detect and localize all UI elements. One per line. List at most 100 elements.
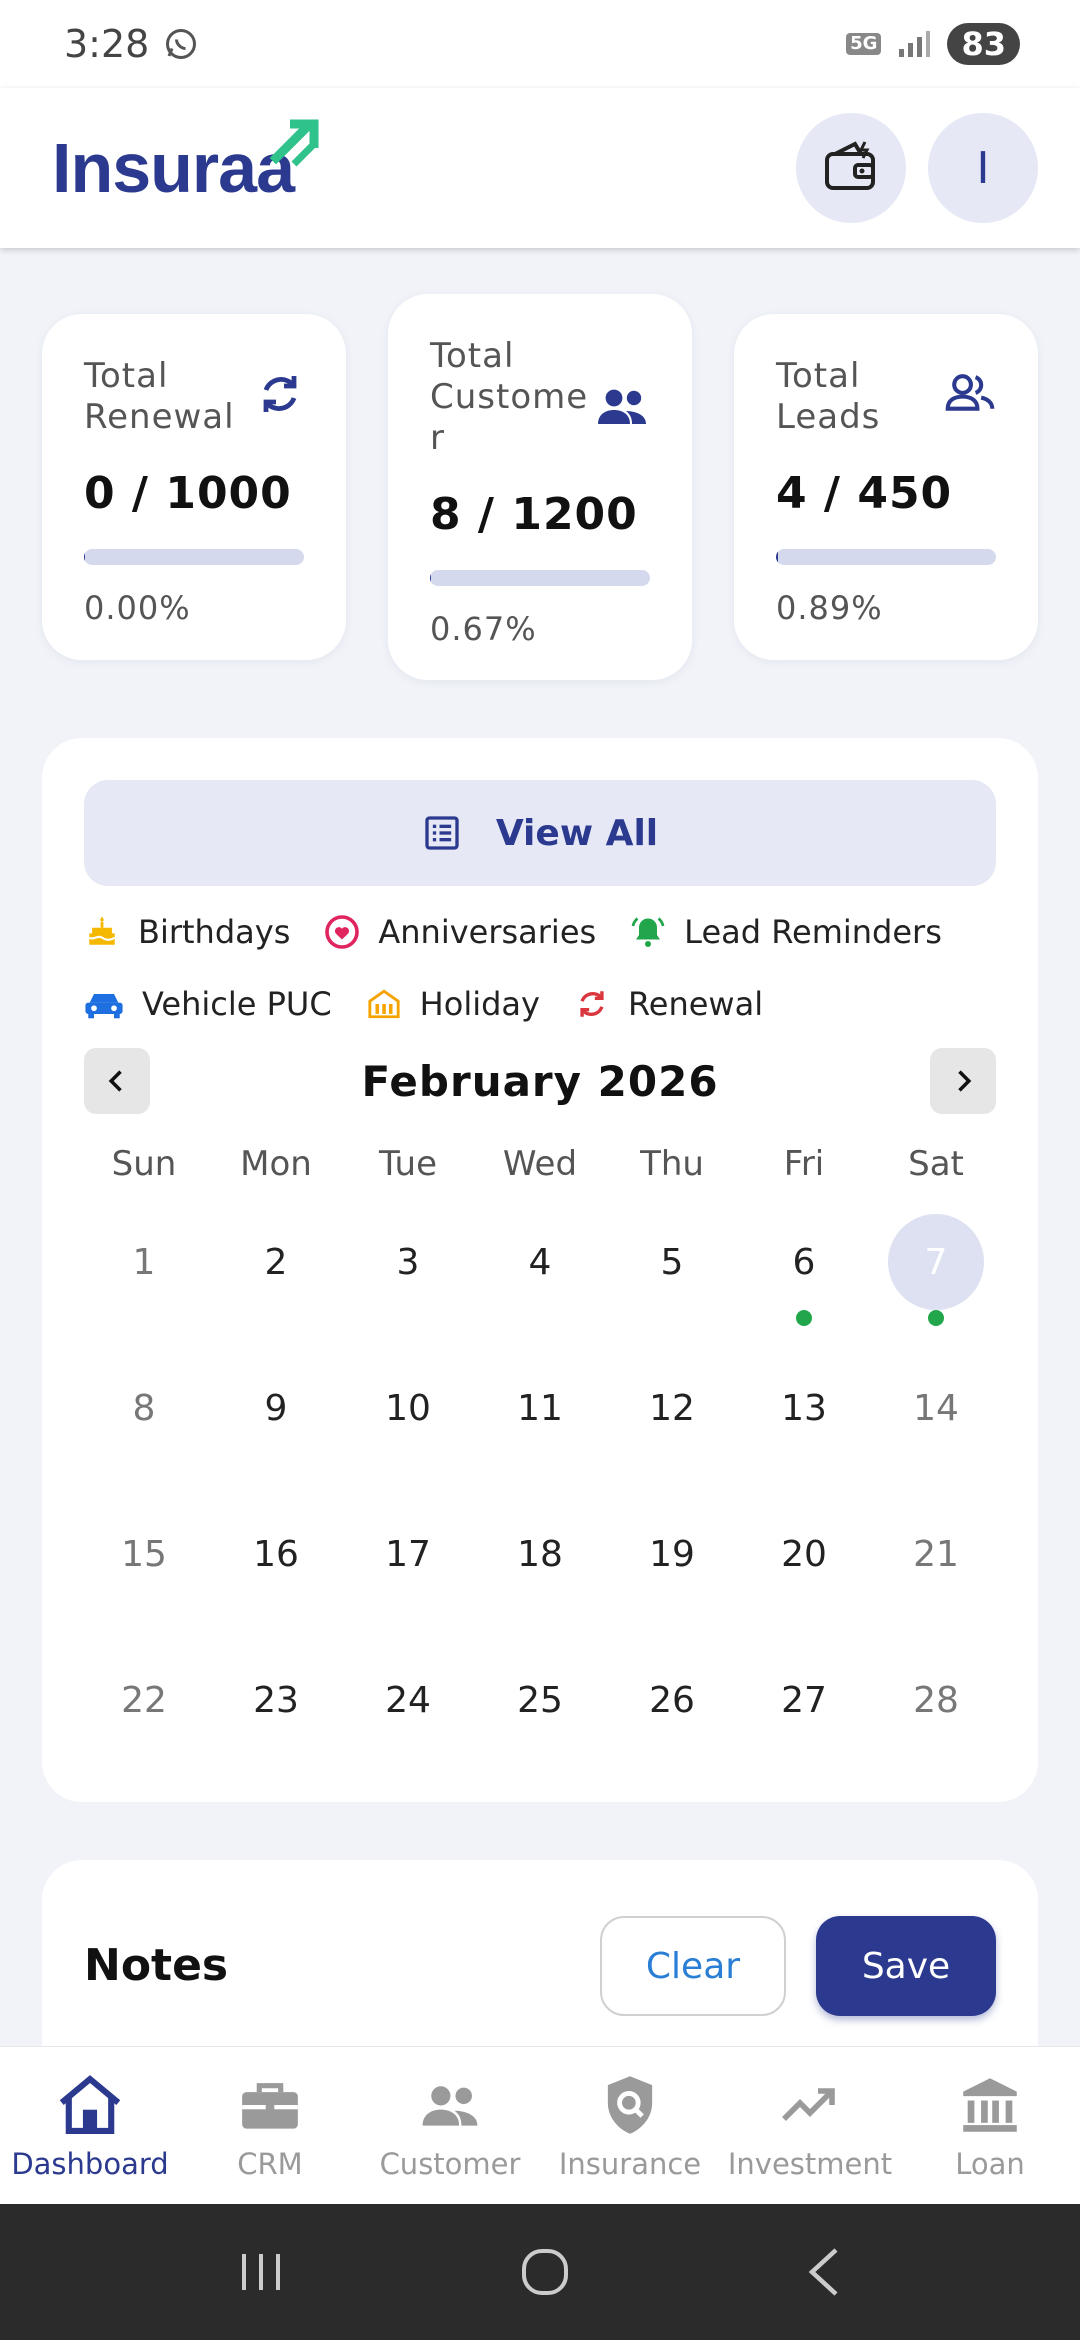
legend-lead-reminders[interactable]: Lead Reminders [630,900,942,964]
calendar-day[interactable]: 16 [210,1506,342,1652]
calendar-day[interactable]: 23 [210,1652,342,1798]
legend-birthdays[interactable]: Birthdays [84,900,290,964]
wallet-icon [825,141,875,190]
home-icon [57,2073,123,2137]
calendar-day[interactable]: 14 [870,1360,1002,1506]
calendar-day[interactable]: 11 [474,1360,606,1506]
calendar-day[interactable]: 13 [738,1360,870,1506]
calendar-day[interactable]: 21 [870,1506,1002,1652]
stat-card-customer[interactable]: Total Custome r 8 / 1200 0.67% [388,294,692,680]
heart-icon [324,914,360,950]
day-number: 13 [781,1387,827,1429]
nav-label: CRM [237,2147,303,2181]
cake-icon [84,914,120,950]
calendar-day[interactable]: 28 [870,1652,1002,1798]
users-icon [598,389,646,424]
weekday-label: Mon [240,1144,312,1184]
refresh-icon [263,376,297,412]
calendar-day[interactable]: 17 [342,1506,474,1652]
calendar-day[interactable]: 20 [738,1506,870,1652]
calendar-day[interactable]: 4 [474,1214,606,1360]
back-icon[interactable] [804,2246,844,2298]
battery-indicator: 83 [947,23,1020,65]
calendar-day[interactable]: 12 [606,1360,738,1506]
calendar-day[interactable]: 6 [738,1214,870,1360]
bottom-navigation: Dashboard CRM Customer Insurance Investm… [0,2046,1080,2204]
legend-vehicle-puc[interactable]: Vehicle PUC [84,972,332,1036]
calendar-day[interactable]: 8 [78,1360,210,1506]
calendar-day[interactable]: 3 [342,1214,474,1360]
day-number: 28 [913,1679,959,1721]
progress-bar [776,549,996,565]
day-number: 10 [385,1387,431,1429]
day-number: 1 [132,1241,156,1283]
shield-icon [602,2073,658,2137]
nav-crm[interactable]: CRM [180,2047,360,2204]
day-number: 14 [913,1387,959,1429]
weekday-label: Wed [502,1144,578,1184]
calendar-day[interactable]: 24 [342,1652,474,1798]
day-number: 26 [649,1679,695,1721]
calendar-day[interactable]: 26 [606,1652,738,1798]
progress-bar [84,549,304,565]
calendar-day[interactable]: 15 [78,1506,210,1652]
people-outline-icon [945,374,995,411]
status-time: 3:28 [64,22,150,66]
calendar-day[interactable]: 1 [78,1214,210,1360]
day-number: 21 [913,1533,959,1575]
calendar-day[interactable]: 18 [474,1506,606,1652]
day-number: 5 [660,1241,684,1283]
avatar-letter: I [976,142,990,194]
home-circle-icon[interactable] [519,2246,571,2298]
legend-label: Birthdays [138,913,291,951]
legend-renewal[interactable]: Renewal [574,972,763,1036]
calendar-day[interactable]: 7 [870,1214,1002,1360]
day-number: 23 [253,1679,299,1721]
calendar-day[interactable]: 19 [606,1506,738,1652]
calendar-day[interactable]: 10 [342,1360,474,1506]
day-number: 24 [385,1679,431,1721]
calendar-day[interactable]: 25 [474,1652,606,1798]
clear-button[interactable]: Clear [600,1916,786,2016]
day-number: 27 [781,1679,827,1721]
stat-value: 8 / 1200 [430,489,638,540]
stat-card-renewal[interactable]: Total Renewal 0 / 1000 0.00% [42,314,346,660]
stat-percent: 0.67% [430,610,537,648]
wallet-button[interactable] [796,113,906,223]
calendar-day[interactable]: 27 [738,1652,870,1798]
nav-loan[interactable]: Loan [900,2047,1080,2204]
calendar-card: View All Birthdays Anniversaries Lead Re… [42,738,1038,1802]
calendar-day[interactable]: 5 [606,1214,738,1360]
nav-customer[interactable]: Customer [360,2047,540,2204]
save-button[interactable]: Save [816,1916,996,2016]
nav-dashboard[interactable]: Dashboard [0,2047,180,2204]
day-number: 4 [528,1241,552,1283]
stat-card-leads[interactable]: Total Leads 4 / 450 0.89% [734,314,1038,660]
nav-investment[interactable]: Investment [720,2047,900,2204]
day-number: 11 [517,1387,563,1429]
weekday-label: Tue [378,1144,438,1184]
prev-month-button[interactable] [84,1048,150,1114]
event-legend: Birthdays Anniversaries Lead Reminders V… [84,900,996,1036]
view-all-label: View All [495,812,659,854]
app-logo[interactable]: Insuraa [52,119,319,208]
notes-title: Notes [84,1940,229,1991]
legend-label: Holiday [419,985,540,1023]
nav-label: Dashboard [11,2147,169,2181]
next-month-button[interactable] [929,1048,996,1114]
calendar-day[interactable]: 22 [78,1652,210,1798]
recent-apps-icon[interactable] [236,2250,286,2294]
calendar-day[interactable]: 9 [210,1360,342,1506]
nav-insurance[interactable]: Insurance [540,2047,720,2204]
legend-holiday[interactable]: Holiday [366,972,540,1036]
calendar-day[interactable]: 2 [210,1214,342,1360]
day-number: 18 [517,1533,563,1575]
day-number: 6 [792,1241,816,1283]
view-all-button[interactable]: View All [84,780,996,886]
profile-avatar[interactable]: I [928,113,1038,223]
day-number: 2 [264,1241,288,1283]
legend-anniversaries[interactable]: Anniversaries [324,900,596,964]
app-header: Insuraa I [0,88,1080,248]
day-number: 12 [649,1387,695,1429]
bank-icon [961,2073,1019,2137]
